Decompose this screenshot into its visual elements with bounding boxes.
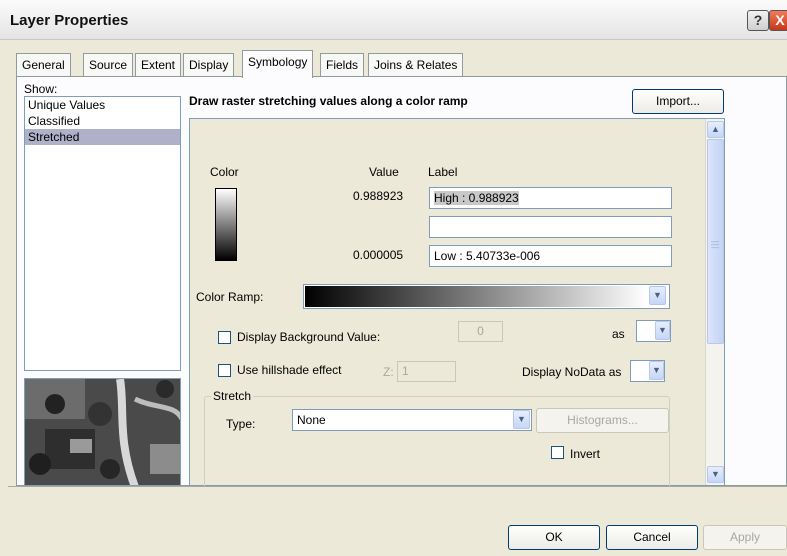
value-column-header: Value: [369, 165, 399, 179]
show-list[interactable]: Unique Values Classified Stretched: [24, 96, 181, 371]
label-column-header: Label: [428, 165, 458, 179]
tab-extent[interactable]: Extent: [135, 53, 182, 77]
grip-icon: — — —: [711, 237, 719, 252]
stretch-type-dropdown[interactable]: None ▼: [292, 409, 532, 431]
chevron-down-icon[interactable]: ▼: [649, 286, 666, 305]
color-ramp-gradient: [305, 286, 647, 307]
histograms-button[interactable]: Histograms...: [536, 408, 669, 433]
tab-symbology[interactable]: Symbology: [242, 50, 314, 78]
low-value: 0.000005: [353, 248, 404, 262]
high-label-field[interactable]: High : 0.988923: [429, 187, 672, 209]
z-label: Z:: [383, 365, 394, 379]
invert-checkbox[interactable]: [551, 446, 564, 459]
scroll-down-icon[interactable]: ▼: [707, 466, 724, 483]
invert-label: Invert: [570, 447, 601, 461]
nodata-color-dropdown[interactable]: ▼: [630, 360, 665, 382]
title-bar: Layer Properties ? X: [0, 0, 787, 40]
display-background-checkbox[interactable]: [218, 331, 231, 344]
tab-fields[interactable]: Fields: [320, 53, 365, 77]
color-column-header: Color: [210, 165, 239, 179]
stretch-legend: Stretch: [211, 389, 254, 403]
as-label: as: [612, 327, 625, 341]
tab-joins-relates[interactable]: Joins & Relates: [368, 53, 464, 77]
footer-separator: [8, 486, 787, 487]
mid-label-field[interactable]: [429, 216, 672, 238]
chevron-down-icon[interactable]: ▼: [513, 410, 530, 429]
window-title: Layer Properties: [10, 12, 129, 29]
display-background-label: Display Background Value:: [237, 330, 381, 344]
close-button[interactable]: X: [769, 10, 787, 31]
vertical-scrollbar[interactable]: ▲ — — — ▼: [705, 119, 724, 485]
scroll-thumb[interactable]: — — —: [707, 139, 724, 344]
nodata-label: Display NoData as: [522, 365, 622, 379]
show-item-classified[interactable]: Classified: [25, 113, 180, 129]
tab-general[interactable]: General: [16, 53, 71, 77]
high-value: 0.988923: [353, 189, 404, 203]
show-item-unique-values[interactable]: Unique Values: [25, 97, 180, 113]
z-factor-field[interactable]: 1: [397, 361, 456, 382]
symbology-header: Draw raster stretching values along a co…: [189, 94, 468, 108]
raster-preview-image: [24, 378, 181, 486]
color-ramp-dropdown[interactable]: ▼: [303, 284, 670, 309]
cancel-button[interactable]: Cancel: [606, 525, 698, 550]
apply-button[interactable]: Apply: [703, 525, 787, 550]
background-color-dropdown[interactable]: ▼: [636, 320, 671, 342]
scroll-up-icon[interactable]: ▲: [707, 121, 724, 138]
low-label-field[interactable]: Low : 5.40733e-006: [429, 245, 672, 267]
background-value-field[interactable]: 0: [458, 321, 503, 342]
color-swatch[interactable]: [215, 188, 237, 261]
hillshade-label: Use hillshade effect: [237, 363, 342, 377]
show-label: Show:: [24, 82, 58, 96]
tab-display[interactable]: Display: [183, 53, 235, 77]
help-button[interactable]: ?: [747, 10, 769, 31]
chevron-down-icon[interactable]: ▼: [655, 321, 670, 340]
stretch-type-value: None: [297, 413, 326, 427]
color-ramp-label: Color Ramp:: [196, 290, 264, 304]
ok-button[interactable]: OK: [508, 525, 600, 550]
tab-source[interactable]: Source: [83, 53, 134, 77]
hillshade-checkbox[interactable]: [218, 364, 231, 377]
import-button[interactable]: Import...: [632, 89, 724, 114]
type-label: Type:: [226, 417, 256, 431]
high-label-text: High : 0.988923: [434, 191, 519, 205]
chevron-down-icon[interactable]: ▼: [649, 361, 664, 380]
show-item-stretched[interactable]: Stretched: [25, 129, 180, 145]
